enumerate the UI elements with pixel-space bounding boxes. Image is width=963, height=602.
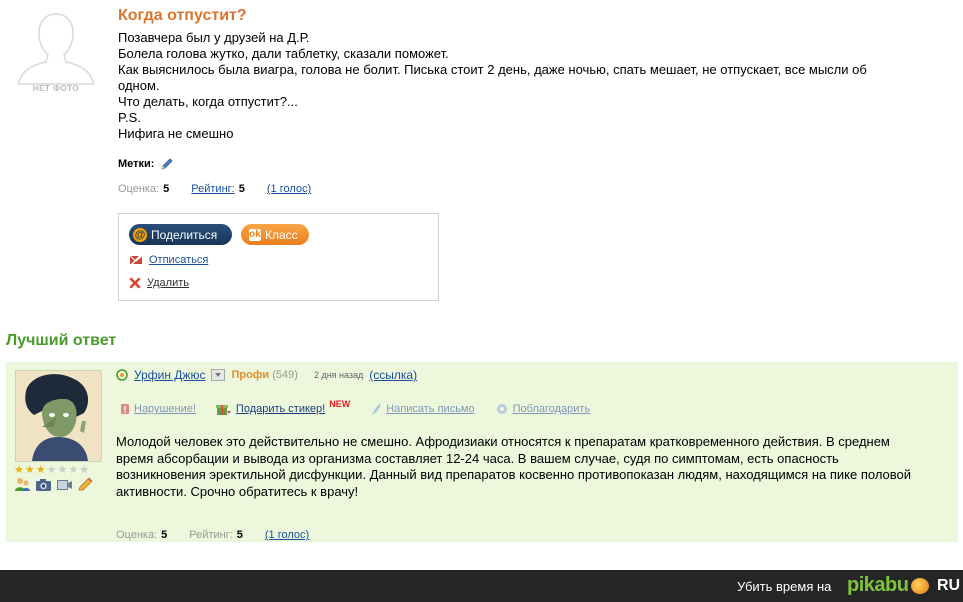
write-message-link[interactable]: Написать письмо [386, 403, 474, 415]
unsubscribe-icon [129, 254, 143, 266]
question-line: Как выяснилось была виагра, голова не бо… [118, 62, 867, 77]
no-photo-label: НЕТ ФОТО [32, 84, 80, 93]
question-line: P.S. [118, 110, 141, 125]
report-icon [121, 404, 129, 414]
thank-link[interactable]: Поблагодарить [513, 403, 591, 415]
no-photo-silhouette-icon [17, 13, 95, 85]
pikabu-logo[interactable]: pikabu [847, 574, 909, 597]
answer-author-link[interactable]: Урфин Джюс [134, 368, 205, 382]
author-menu-dropdown-icon[interactable] [211, 369, 226, 381]
klass-button-label: Класс [265, 227, 298, 242]
delete-row: Удалить [129, 277, 189, 289]
odnoklassniki-icon: ok [249, 228, 261, 241]
footer-text: Убить время на [737, 579, 832, 594]
pikabu-logo-suffix: RU [937, 577, 961, 594]
question-line: Болела голова жутко, дали таблетку, сказ… [118, 46, 449, 61]
question-body: Позавчера был у друзей на Д.Р. Болела го… [118, 30, 958, 142]
tags-label: Метки: [118, 158, 155, 170]
share-button[interactable]: @ Поделиться [129, 224, 232, 245]
camera-icon[interactable] [35, 477, 52, 492]
rating-link[interactable]: Рейтинг: [191, 183, 234, 195]
share-box: @ Поделиться ok Класс Отписаться Удалить [118, 213, 439, 301]
feather-pen-icon [372, 403, 382, 415]
author-stars: ★ ★ ★ ★ ★ ★ ★ [14, 463, 89, 476]
best-answer-box: ★ ★ ★ ★ ★ ★ ★ Урфин Джюс Профи (549) 2 дня наз… [6, 362, 958, 542]
thank-action: Поблагодарить [495, 402, 591, 416]
star-filled-icon: ★ [35, 464, 46, 476]
star-empty-icon: ★ [68, 464, 79, 476]
answer-author-avatar[interactable] [15, 370, 102, 462]
rating-value: 5 [236, 529, 243, 541]
write-message-action: Написать письмо [370, 402, 475, 416]
report-link[interactable]: Нарушение! [134, 403, 196, 415]
star-empty-icon: ★ [57, 464, 68, 476]
answer-header: Урфин Джюс Профи (549) 2 дня назад (ссыл… [116, 368, 417, 382]
answer-rating-row: Оценка: 5 Рейтинг: 5 (1 голос) [116, 529, 309, 541]
answer-date: 2 дня назад [313, 370, 364, 380]
star-empty-icon: ★ [79, 464, 90, 476]
edit-tags-pencil-icon[interactable] [160, 157, 174, 171]
score-value: 5 [163, 183, 170, 195]
score-label: Оценка: [118, 183, 160, 195]
unsubscribe-row: Отписаться [129, 254, 208, 266]
question-author-avatar-placeholder: НЕТ ФОТО [10, 8, 102, 100]
votes-link[interactable]: (1 голос) [267, 183, 311, 195]
friends-badge-icon[interactable] [14, 477, 31, 492]
unsubscribe-link[interactable]: Отписаться [149, 254, 208, 266]
new-badge: NEW [329, 399, 351, 409]
thank-gear-icon [496, 404, 507, 414]
mail-at-icon: @ [133, 227, 147, 242]
score-value: 5 [161, 529, 168, 541]
answer-permalink[interactable]: (ссылка) [369, 368, 417, 382]
delete-link[interactable]: Удалить [147, 277, 189, 289]
video-icon[interactable] [56, 477, 73, 492]
star-filled-icon: ★ [14, 464, 24, 476]
question-title: Когда отпустит? [118, 7, 247, 24]
footer-bar: Убить время на pikabu RU [0, 570, 963, 602]
author-badges [14, 477, 94, 492]
report-action: Нарушение! [120, 402, 196, 416]
gift-sticker-icon [215, 405, 231, 415]
tags-row: Метки: [118, 157, 174, 171]
gift-sticker-link[interactable]: Подарить стикер! [236, 403, 325, 415]
answer-text: Молодой человек это действительно не сме… [116, 434, 912, 499]
question-line: Что делать, когда отпустит?... [118, 94, 298, 109]
delete-cross-icon [129, 277, 141, 289]
star-filled-icon: ★ [24, 464, 35, 476]
rating-label: Рейтинг: [189, 529, 233, 541]
answer-actions: Нарушение! Подарить стикер! NEW Написать… [120, 399, 591, 416]
online-status-icon [116, 369, 128, 381]
best-answer-title: Лучший ответ [6, 332, 117, 349]
votes-link[interactable]: (1 голос) [265, 529, 309, 541]
author-points: (549) [272, 369, 298, 381]
question-line: одном. [118, 78, 160, 93]
score-label: Оценка: [116, 529, 158, 541]
pencil-badge-icon[interactable] [77, 477, 94, 492]
author-level-label: Профи [231, 369, 270, 381]
question-line: Нифига не смешно [118, 126, 234, 141]
question-line: Позавчера был у друзей на Д.Р. [118, 30, 310, 45]
share-button-label: Поделиться [151, 227, 218, 242]
pikabu-logo-ball-icon [911, 578, 929, 594]
avatar-illustration [16, 371, 101, 461]
star-empty-icon: ★ [46, 464, 57, 476]
question-rating-row: Оценка: 5 Рейтинг: 5 (1 голос) [118, 183, 311, 195]
rating-value: 5 [238, 183, 245, 195]
sticker-action: Подарить стикер! NEW [215, 399, 351, 416]
author-level: Профи (549) [231, 369, 297, 381]
klass-button[interactable]: ok Класс [241, 224, 309, 245]
